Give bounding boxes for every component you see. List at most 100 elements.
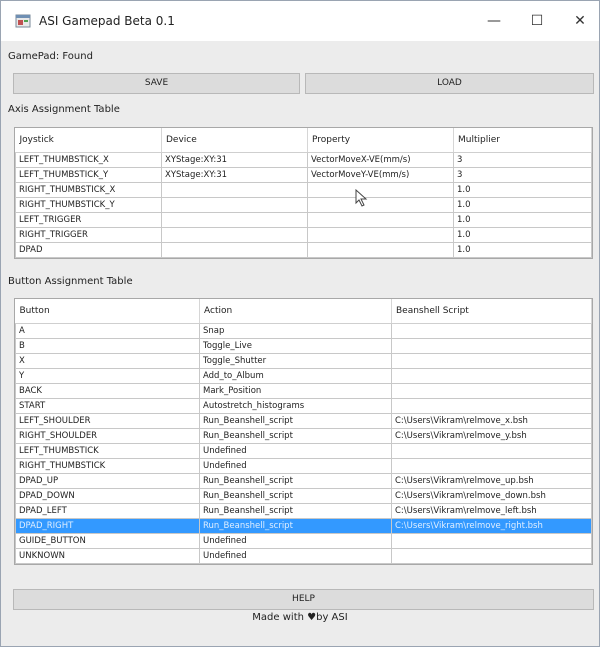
table-cell[interactable]: LEFT_THUMBSTICK_Y: [15, 167, 162, 183]
table-cell[interactable]: RIGHT_THUMBSTICK: [15, 458, 200, 474]
table-cell[interactable]: C:\Users\Vikram\relmove_x.bsh: [391, 413, 592, 429]
table-row[interactable]: LEFT_THUMBSTICK Undefined: [15, 443, 592, 459]
table-cell[interactable]: DPAD_DOWN: [15, 488, 200, 504]
table-cell[interactable]: VectorMoveX-VE(mm/s): [307, 152, 454, 168]
table-cell[interactable]: C:\Users\Vikram\relmove_left.bsh: [391, 503, 592, 519]
table-row[interactable]: LEFT_SHOULDER Run_Beanshell_script C:\User…: [15, 413, 592, 429]
table-row[interactable]: START Autostretch_histograms: [15, 398, 592, 414]
table-row[interactable]: X Toggle_Shutter: [15, 353, 592, 369]
table-cell[interactable]: C:\Users\Vikram\relmove_up.bsh: [391, 473, 592, 489]
table-cell[interactable]: 1.0: [453, 197, 592, 213]
table-cell[interactable]: [391, 398, 592, 414]
table-cell[interactable]: UNKNOWN: [15, 548, 200, 564]
help-button[interactable]: HELP: [13, 589, 594, 610]
buttons-header-cell[interactable]: Beanshell Script: [391, 299, 592, 324]
table-cell[interactable]: Run_Beanshell_script: [199, 488, 392, 504]
table-cell[interactable]: Y: [15, 368, 200, 384]
table-cell[interactable]: [161, 227, 308, 243]
table-row[interactable]: DPAD_RIGHT Run_Beanshell_script C:\Users\V…: [15, 518, 592, 534]
table-cell[interactable]: Undefined: [199, 533, 392, 549]
axis-header-cell[interactable]: Joystick: [15, 128, 162, 153]
table-row[interactable]: DPAD_LEFT Run_Beanshell_script C:\Users\Vi…: [15, 503, 592, 519]
table-cell[interactable]: [307, 227, 454, 243]
table-row[interactable]: RIGHT_THUMBSTICK Undefined: [15, 458, 592, 474]
table-cell[interactable]: [161, 242, 308, 258]
table-cell[interactable]: 1.0: [453, 212, 592, 228]
table-cell[interactable]: Run_Beanshell_script: [199, 473, 392, 489]
table-cell[interactable]: Run_Beanshell_script: [199, 503, 392, 519]
table-cell[interactable]: 3: [453, 152, 592, 168]
axis-header-cell[interactable]: Property: [307, 128, 454, 153]
axis-header-cell[interactable]: Device: [161, 128, 308, 153]
table-cell[interactable]: 1.0: [453, 227, 592, 243]
table-cell[interactable]: Mark_Position: [199, 383, 392, 399]
buttons-header-cell[interactable]: Button: [15, 299, 200, 324]
buttons-header-cell[interactable]: Action: [199, 299, 392, 324]
axis-header-cell[interactable]: Multiplier: [453, 128, 592, 153]
table-cell[interactable]: BACK: [15, 383, 200, 399]
table-cell[interactable]: Autostretch_histograms: [199, 398, 392, 414]
table-cell[interactable]: X: [15, 353, 200, 369]
button-assignment-table[interactable]: Button Action Beanshell Script A Snap B Toggl…: [14, 298, 593, 565]
table-cell[interactable]: VectorMoveY-VE(mm/s): [307, 167, 454, 183]
table-cell[interactable]: Add_to_Album: [199, 368, 392, 384]
table-row[interactable]: DPAD_DOWN Run_Beanshell_script C:\Users\Vi…: [15, 488, 592, 504]
table-cell[interactable]: XYStage:XY:31: [161, 167, 308, 183]
table-row[interactable]: LEFT_TRIGGER 1.0: [15, 212, 592, 228]
table-row[interactable]: A Snap: [15, 323, 592, 339]
table-row[interactable]: RIGHT_THUMBSTICK_X 1.0: [15, 182, 592, 198]
table-cell[interactable]: [161, 212, 308, 228]
table-cell[interactable]: 1.0: [453, 182, 592, 198]
table-cell[interactable]: DPAD_RIGHT: [15, 518, 200, 534]
table-cell[interactable]: 1.0: [453, 242, 592, 258]
table-cell[interactable]: A: [15, 323, 200, 339]
table-cell[interactable]: DPAD_UP: [15, 473, 200, 489]
table-row[interactable]: LEFT_THUMBSTICK_Y XYStage:XY:31 VectorMove…: [15, 167, 592, 183]
table-cell[interactable]: [307, 242, 454, 258]
table-cell[interactable]: [391, 443, 592, 459]
table-cell[interactable]: [307, 197, 454, 213]
table-cell[interactable]: RIGHT_TRIGGER: [15, 227, 162, 243]
table-cell[interactable]: LEFT_SHOULDER: [15, 413, 200, 429]
table-cell[interactable]: C:\Users\Vikram\relmove_down.bsh: [391, 488, 592, 504]
table-cell[interactable]: Undefined: [199, 458, 392, 474]
table-cell[interactable]: [391, 353, 592, 369]
table-cell[interactable]: [391, 548, 592, 564]
table-cell[interactable]: C:\Users\Vikram\relmove_y.bsh: [391, 428, 592, 444]
save-button[interactable]: SAVE: [13, 73, 300, 94]
table-cell[interactable]: Snap: [199, 323, 392, 339]
table-cell[interactable]: [391, 383, 592, 399]
table-cell[interactable]: [161, 182, 308, 198]
table-row[interactable]: B Toggle_Live: [15, 338, 592, 354]
table-cell[interactable]: [161, 197, 308, 213]
table-cell[interactable]: XYStage:XY:31: [161, 152, 308, 168]
table-cell[interactable]: [391, 533, 592, 549]
table-cell[interactable]: Run_Beanshell_script: [199, 428, 392, 444]
table-cell[interactable]: Run_Beanshell_script: [199, 518, 392, 534]
table-cell[interactable]: GUIDE_BUTTON: [15, 533, 200, 549]
table-cell[interactable]: [391, 323, 592, 339]
table-cell[interactable]: Toggle_Live: [199, 338, 392, 354]
table-cell[interactable]: LEFT_TRIGGER: [15, 212, 162, 228]
table-cell[interactable]: START: [15, 398, 200, 414]
table-cell[interactable]: RIGHT_THUMBSTICK_X: [15, 182, 162, 198]
table-row[interactable]: RIGHT_SHOULDER Run_Beanshell_script C:\Use…: [15, 428, 592, 444]
title-bar[interactable]: ASI Gamepad Beta 0.1 — ☐ ✕: [1, 1, 599, 41]
close-button[interactable]: ✕: [569, 11, 591, 31]
table-cell[interactable]: DPAD_LEFT: [15, 503, 200, 519]
maximize-button[interactable]: ☐: [526, 11, 548, 31]
load-button[interactable]: LOAD: [305, 73, 594, 94]
table-row[interactable]: DPAD_UP Run_Beanshell_script C:\Users\Vikr…: [15, 473, 592, 489]
table-cell[interactable]: RIGHT_SHOULDER: [15, 428, 200, 444]
table-cell[interactable]: LEFT_THUMBSTICK: [15, 443, 200, 459]
table-cell[interactable]: LEFT_THUMBSTICK_X: [15, 152, 162, 168]
minimize-button[interactable]: —: [483, 11, 505, 31]
table-cell[interactable]: Toggle_Shutter: [199, 353, 392, 369]
table-row[interactable]: UNKNOWN Undefined: [15, 548, 592, 564]
table-row[interactable]: LEFT_THUMBSTICK_X XYStage:XY:31 VectorMove…: [15, 152, 592, 168]
table-cell[interactable]: 3: [453, 167, 592, 183]
table-cell[interactable]: [307, 182, 454, 198]
table-row[interactable]: BACK Mark_Position: [15, 383, 592, 399]
table-cell[interactable]: Undefined: [199, 443, 392, 459]
axis-assignment-table[interactable]: Joystick Device Property Multiplier LEFT_TH…: [14, 127, 593, 259]
